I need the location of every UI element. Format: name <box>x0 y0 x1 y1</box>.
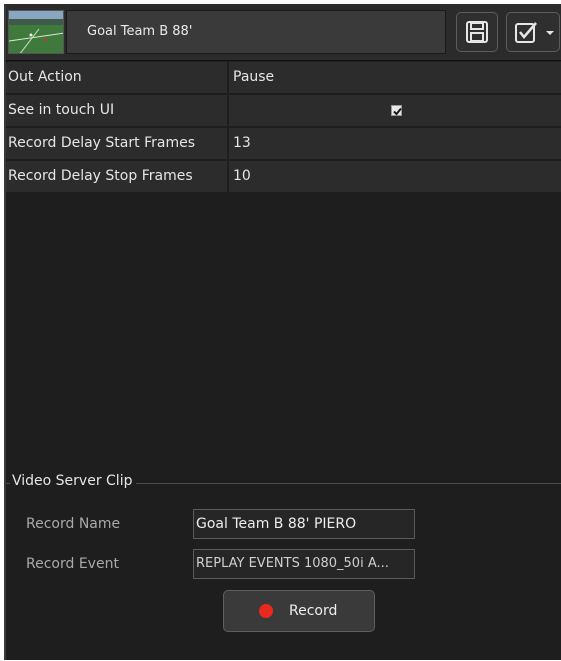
checkbox-icon <box>515 22 537 43</box>
clip-properties-panel: Goal Team B 88' Out Action Pause See in … <box>4 4 561 660</box>
clip-title-field[interactable]: Goal Team B 88' <box>66 10 446 54</box>
out-action-value[interactable]: Pause <box>229 62 561 93</box>
property-row-see-in-touch-ui: See in touch UI <box>6 95 561 126</box>
soccer-field-thumbnail-icon <box>9 11 63 53</box>
record-button-label: Record <box>289 603 338 619</box>
video-server-clip-group: Video Server Clip Record Name Goal Team … <box>6 473 561 661</box>
property-row-record-delay-stop: Record Delay Stop Frames 10 <box>6 161 561 192</box>
record-event-label: Record Event <box>26 556 119 572</box>
record-button[interactable]: Record <box>223 590 375 632</box>
clip-thumbnail <box>8 10 64 54</box>
see-in-touch-ui-value <box>229 95 561 126</box>
property-row-record-delay-start: Record Delay Start Frames 13 <box>6 128 561 159</box>
chevron-down-icon <box>546 31 554 35</box>
validate-dropdown-button[interactable] <box>506 12 560 52</box>
record-delay-stop-value[interactable]: 10 <box>229 161 561 192</box>
property-label: Record Delay Stop Frames <box>6 161 227 192</box>
property-row-out-action: Out Action Pause <box>6 62 561 93</box>
group-title: Video Server Clip <box>10 473 137 489</box>
floppy-disk-icon <box>466 21 488 43</box>
record-name-label: Record Name <box>26 516 121 532</box>
save-button[interactable] <box>456 12 498 52</box>
property-label: Out Action <box>6 62 227 93</box>
property-table: Out Action Pause See in touch UI Record … <box>6 62 561 194</box>
record-event-input[interactable]: REPLAY EVENTS 1080_50i A... <box>193 549 415 579</box>
see-in-touch-ui-checkbox[interactable] <box>391 105 402 116</box>
record-dot-icon <box>259 604 273 618</box>
property-label: See in touch UI <box>6 95 227 126</box>
property-label: Record Delay Start Frames <box>6 128 227 159</box>
record-name-input[interactable]: Goal Team B 88' PIERO <box>193 509 415 539</box>
record-delay-start-value[interactable]: 13 <box>229 128 561 159</box>
clip-header: Goal Team B 88' <box>6 4 561 61</box>
checkmark-icon <box>393 107 402 116</box>
